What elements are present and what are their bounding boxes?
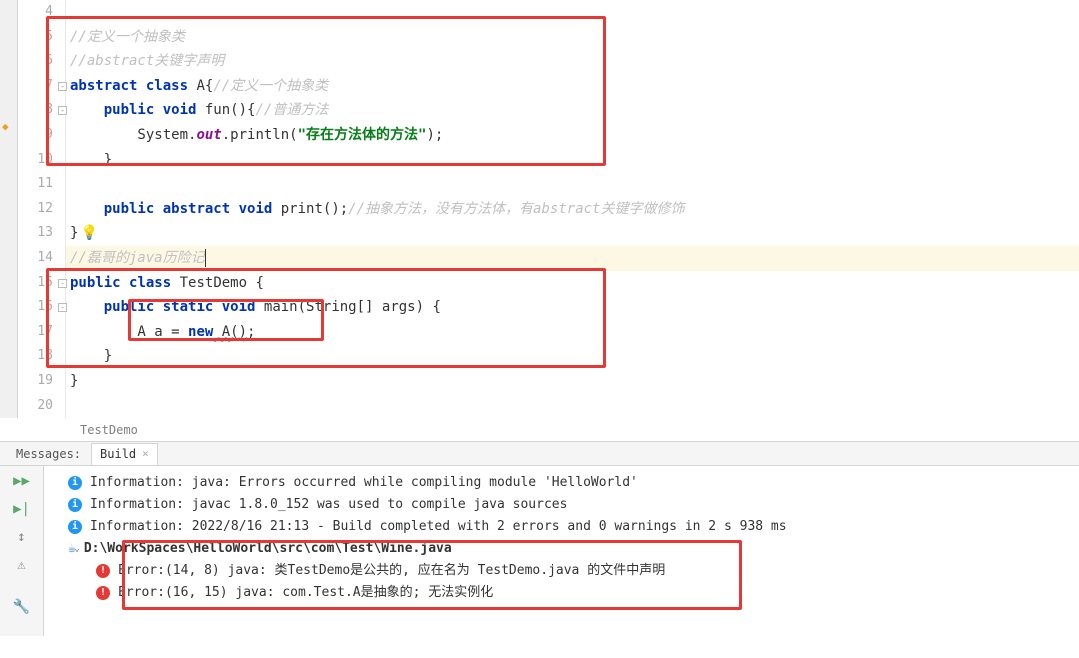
code-line: public void fun(){//普通方法: [66, 98, 1079, 123]
line-number: 14: [18, 246, 65, 271]
warning-filter-icon[interactable]: ⚠: [11, 554, 33, 576]
line-number: 11: [18, 172, 65, 197]
editor-left-strip: ◆: [0, 0, 18, 418]
tree-collapse-icon[interactable]: ⌄: [74, 538, 80, 560]
line-number: 15-: [18, 271, 65, 296]
line-number-gutter[interactable]: 4 5 6 7- 8- 9 10 11 12 13 14 15- 16- 17 …: [18, 0, 66, 418]
message-file-node[interactable]: ⌄ ☕ D:\WorkSpaces\HelloWorld\src\com\Tes…: [68, 538, 1071, 560]
error-icon: !: [96, 564, 110, 578]
code-line: public abstract void print();//抽象方法，没有方法…: [66, 197, 1079, 222]
line-number: 7-: [18, 74, 65, 99]
line-number: 17: [18, 320, 65, 345]
tool-window-title: Messages:: [0, 442, 91, 466]
message-error[interactable]: ! Error:(16, 15) java: com.Test.A是抽象的; 无…: [68, 582, 1071, 604]
code-line: public class TestDemo {: [66, 271, 1079, 296]
line-number: 16-: [18, 295, 65, 320]
expand-icon[interactable]: ↕: [11, 526, 33, 548]
code-line: abstract class A{//定义一个抽象类: [66, 74, 1079, 99]
code-line: }: [66, 369, 1079, 394]
code-line: System.out.println("存在方法体的方法");: [66, 123, 1079, 148]
info-icon: i: [68, 476, 82, 490]
messages-tree[interactable]: i Information: java: Errors occurred whi…: [44, 466, 1079, 636]
line-number: 19: [18, 369, 65, 394]
bookmark-icon: ◆: [2, 120, 9, 133]
run-to-icon[interactable]: ▶|: [11, 498, 33, 520]
code-line: public static void main(String[] args) {: [66, 295, 1079, 320]
code-line: [66, 172, 1079, 197]
line-number: 13: [18, 221, 65, 246]
line-number: 5: [18, 25, 65, 50]
message-error[interactable]: ! Error:(14, 8) java: 类TestDemo是公共的, 应在名…: [68, 560, 1071, 582]
code-content[interactable]: //定义一个抽象类 //abstract关键字声明 abstract class…: [66, 0, 1079, 418]
line-number: 10: [18, 148, 65, 173]
line-number: 20: [18, 394, 65, 419]
line-number: 4: [18, 0, 65, 25]
line-number: 18: [18, 344, 65, 369]
text-cursor: [205, 249, 206, 267]
code-line: //abstract关键字声明: [66, 49, 1079, 74]
info-icon: i: [68, 498, 82, 512]
tool-window-sidebar: ▶▶ ▶| ↕ ⚠ 🔧: [0, 466, 44, 636]
code-line: }💡: [66, 221, 1079, 246]
intention-bulb-icon[interactable]: 💡: [80, 225, 97, 241]
tab-build[interactable]: Build ×: [91, 443, 158, 465]
line-number: 8-: [18, 98, 65, 123]
breadcrumb-bar[interactable]: TestDemo: [0, 418, 1079, 442]
line-number: 6: [18, 49, 65, 74]
rerun-icon[interactable]: ▶▶: [11, 470, 33, 492]
message-info[interactable]: i Information: java: Errors occurred whi…: [68, 472, 1071, 494]
message-info[interactable]: i Information: 2022/8/16 21:13 - Build c…: [68, 516, 1071, 538]
tool-window-header: Messages: Build ×: [0, 442, 1079, 466]
code-line: [66, 394, 1079, 419]
error-icon: !: [96, 586, 110, 600]
code-line: }: [66, 344, 1079, 369]
settings-icon[interactable]: 🔧: [11, 596, 33, 618]
messages-tool-window: ▶▶ ▶| ↕ ⚠ 🔧 i Information: java: Errors …: [0, 466, 1079, 636]
code-line: A a = new A();: [66, 320, 1079, 345]
close-icon[interactable]: ×: [142, 443, 149, 465]
line-number: 9: [18, 123, 65, 148]
info-icon: i: [68, 520, 82, 534]
message-info[interactable]: i Information: javac 1.8.0_152 was used …: [68, 494, 1071, 516]
code-line: [66, 0, 1079, 25]
code-line: }: [66, 148, 1079, 173]
breadcrumb-item[interactable]: TestDemo: [80, 423, 138, 437]
code-line: //磊哥的java历险记: [66, 246, 1079, 271]
line-number: 12: [18, 197, 65, 222]
tab-label: Build: [100, 443, 136, 465]
code-line: //定义一个抽象类: [66, 25, 1079, 50]
code-editor[interactable]: ◆ 4 5 6 7- 8- 9 10 11 12 13 14 15- 16- 1…: [0, 0, 1079, 418]
